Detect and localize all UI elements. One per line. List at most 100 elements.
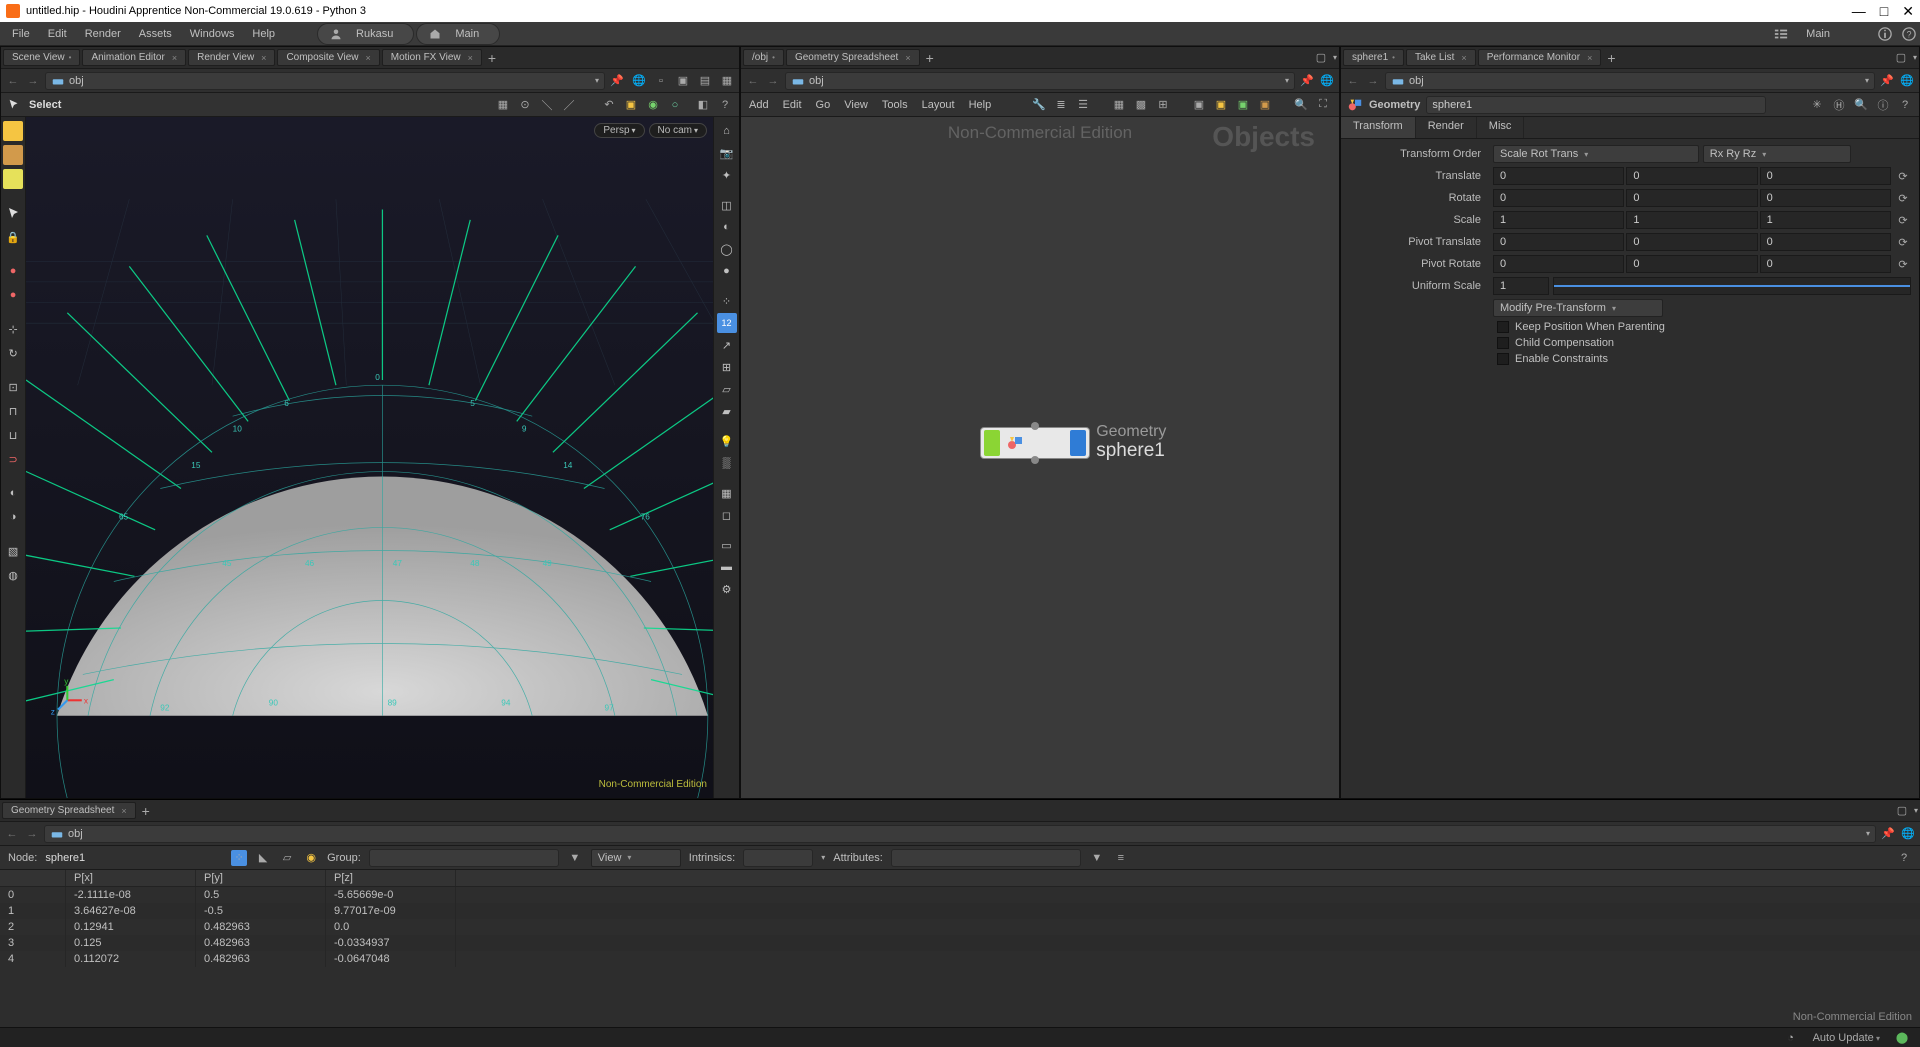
tab-motion-fx[interactable]: Motion FX View× [382,49,482,66]
tool-group-icon[interactable]: ⊡ [3,377,23,397]
arrow-tool-icon[interactable] [3,203,23,223]
tab-geo-spreadsheet[interactable]: Geometry Spreadsheet× [786,49,920,66]
reset-icon[interactable]: ⟳ [1895,212,1911,228]
nav-forward-icon[interactable]: → [765,73,781,89]
disp-point-icon[interactable]: ⁘ [717,291,737,311]
pin-icon[interactable]: 📌 [1299,73,1315,89]
shelf-user-button[interactable]: Rukasu [317,23,414,45]
viewport[interactable]: 🔒 ● ● ⊹ ↻ ⊡ ⊓ ⊔ ⊃ ◐ ◑ ▧ ◍ [1,117,739,798]
net-tool-list-icon[interactable]: ≣ [1053,97,1069,113]
cache-icon[interactable]: ◔ [1783,1030,1799,1046]
attributes-field[interactable] [891,849,1081,867]
net-menu-layout[interactable]: Layout [922,99,955,111]
tool-misc1-icon[interactable]: ◐ [3,483,23,503]
globe-icon[interactable]: 🌐 [1319,73,1335,89]
nav-back-icon[interactable]: ← [4,826,20,842]
tool-xform-icon[interactable]: ⊹ [3,319,23,339]
sel-mode-laser-icon[interactable]: ／ [561,97,577,113]
table-row[interactable]: 30.1250.482963-0.0334937 [0,935,1920,951]
code-icon[interactable]: Ⓗ [1831,97,1847,113]
node-render-flag[interactable] [1070,430,1086,456]
globe-icon[interactable]: 🌐 [1899,73,1915,89]
help-icon[interactable]: ? [1897,97,1913,113]
subtab-misc[interactable]: Misc [1477,117,1525,138]
net-tool-grid2-icon[interactable]: ▩ [1133,97,1149,113]
tab-animation-editor[interactable]: Animation Editor× [82,49,186,66]
reset-icon[interactable]: ⟳ [1895,190,1911,206]
child-compensation-checkbox[interactable] [1497,337,1509,349]
pivot-ty-field[interactable]: 0 [1626,233,1757,251]
gear-icon[interactable]: ✳ [1809,97,1825,113]
disp-axis-icon[interactable]: ✦ [717,165,737,185]
add-tab-button[interactable]: + [922,50,938,66]
disp-uv-icon[interactable]: ⊞ [717,357,737,377]
nav-forward-icon[interactable]: → [25,73,41,89]
tool-red-icon[interactable]: ● [3,261,23,281]
prims-mode-icon[interactable]: ▱ [279,850,295,866]
sel-vis-icon[interactable]: ◉ [645,97,661,113]
box2-icon[interactable]: ▣ [675,73,691,89]
points-mode-icon[interactable]: ⁘ [231,850,247,866]
desktop-name-label[interactable]: Main [1798,26,1838,42]
view-tool-icon[interactable] [3,121,23,141]
net-tool-d-icon[interactable]: ▣ [1257,97,1273,113]
nav-forward-icon[interactable]: → [1365,73,1381,89]
net-menu-add[interactable]: Add [749,99,769,111]
net-menu-go[interactable]: Go [816,99,831,111]
disp-ortho-icon[interactable]: ◫ [717,195,737,215]
auto-update-dropdown[interactable]: Auto Update [1813,1032,1880,1044]
disp-normal-icon[interactable]: ↗ [717,335,737,355]
camera-select-button[interactable]: No cam▾ [649,123,707,138]
close-icon[interactable]: × [261,53,266,63]
pin-icon[interactable]: 📌 [609,73,625,89]
pin-icon[interactable]: 📌 [1880,826,1896,842]
reset-icon[interactable]: ⟳ [1895,168,1911,184]
search-icon[interactable]: 🔍 [1853,97,1869,113]
tool-magnet-icon[interactable]: ⊃ [3,449,23,469]
tab-render-view[interactable]: Render View× [188,49,275,66]
col-py[interactable]: P[y] [196,870,326,886]
sel-mode-brush-icon[interactable]: ＼ [539,97,555,113]
reset-icon[interactable]: ⟳ [1895,256,1911,272]
network-canvas[interactable]: Non-Commercial Edition Objects Geometry … [741,117,1339,798]
link-attr-icon[interactable]: ≡ [1113,850,1129,866]
menu-help[interactable]: Help [244,26,283,42]
close-icon[interactable]: × [172,53,177,63]
col-px[interactable]: P[x] [66,870,196,886]
box3-icon[interactable]: ▤ [697,73,713,89]
tool-snap2-icon[interactable]: ⊔ [3,425,23,445]
pane-max-icon[interactable]: ▢ [1894,803,1910,819]
node-body[interactable] [980,427,1090,459]
table-row[interactable]: 13.64627e-08-0.59.77017e-09 [0,903,1920,919]
window-minimize-button[interactable]: — [1852,3,1866,20]
sel-full-icon[interactable]: ▣ [623,97,639,113]
info-icon[interactable]: ⓘ [1875,97,1891,113]
net-tool-expand-icon[interactable]: ⛶ [1315,97,1331,113]
scale-x-field[interactable]: 1 [1493,211,1624,229]
disp-bbox-icon[interactable]: ◻ [717,505,737,525]
menu-edit[interactable]: Edit [40,26,75,42]
group-field[interactable] [369,849,559,867]
close-icon[interactable]: × [366,53,371,63]
move-tool-icon[interactable] [3,169,23,189]
reset-icon[interactable]: ⟳ [1895,234,1911,250]
uniform-scale-field[interactable]: 1 [1493,277,1549,295]
shelf-desktop-button[interactable]: Main [416,23,500,45]
tab-sphere1-params[interactable]: sphere1• [1343,49,1404,66]
menu-windows[interactable]: Windows [182,26,243,42]
node-output-dot[interactable] [1031,456,1039,464]
globe-icon[interactable]: 🌐 [631,73,647,89]
nav-back-icon[interactable]: ← [745,73,761,89]
pane-max-icon[interactable]: ▢ [1313,50,1329,66]
col-pz[interactable]: P[z] [326,870,456,886]
net-tool-tree-icon[interactable]: ☰ [1075,97,1091,113]
add-tab-button[interactable]: + [138,803,154,819]
subtab-transform[interactable]: Transform [1341,117,1416,138]
add-tab-button[interactable]: + [484,50,500,66]
nav-back-icon[interactable]: ← [5,73,21,89]
translate-z-field[interactable]: 0 [1760,167,1891,185]
sel-contain-icon[interactable]: ○ [667,97,683,113]
pivot-tz-field[interactable]: 0 [1760,233,1891,251]
tool-rot-icon[interactable]: ↻ [3,343,23,363]
pivot-tx-field[interactable]: 0 [1493,233,1624,251]
